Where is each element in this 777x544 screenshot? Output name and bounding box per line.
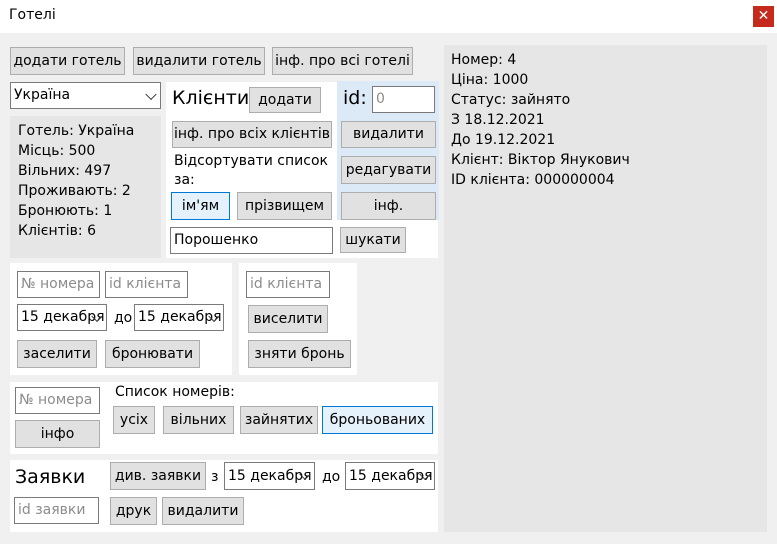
hotel-stat-places: Місць: 500 bbox=[18, 143, 96, 159]
requests-from-label: з bbox=[211, 469, 219, 485]
requests-date-from-value: 15 декабря bbox=[228, 468, 312, 484]
rooms-occupied-button[interactable]: зайнятих bbox=[240, 406, 318, 434]
print-request-button[interactable]: друк bbox=[110, 497, 157, 525]
hotel-select[interactable]: Україна bbox=[10, 82, 161, 109]
requests-date-from-select[interactable]: 15 декабря bbox=[224, 462, 315, 490]
delete-request-button[interactable]: видалити bbox=[162, 497, 244, 525]
client-info-button[interactable]: інф. bbox=[341, 192, 436, 220]
room-number-input[interactable]: № номера bbox=[15, 387, 100, 414]
checkin-client-id-input[interactable]: id клієнта bbox=[105, 271, 188, 298]
clients-heading: Клієнти bbox=[172, 87, 250, 109]
rooms-booked-button[interactable]: броньованих bbox=[322, 406, 433, 434]
title-bar bbox=[0, 0, 777, 33]
delete-client-button[interactable]: видалити bbox=[341, 121, 436, 148]
search-client-button[interactable]: шукати bbox=[340, 227, 406, 253]
add-hotel-button[interactable]: додати готель bbox=[10, 47, 125, 75]
hotel-stat-hotel: Готель: Україна bbox=[18, 123, 135, 139]
rooms-all-button[interactable]: усіх bbox=[113, 406, 155, 434]
view-requests-button[interactable]: див. заявки bbox=[110, 462, 206, 490]
room-list-label: Список номерів: bbox=[115, 384, 235, 400]
requests-date-to-select[interactable]: 15 декабря bbox=[345, 462, 435, 490]
client-search-input[interactable]: Порошенко bbox=[170, 227, 333, 254]
checkout-client-id-input[interactable]: id клієнта bbox=[246, 271, 330, 298]
checkin-room-input[interactable]: № номера bbox=[17, 271, 100, 298]
request-id-input[interactable]: id заявки bbox=[14, 497, 99, 524]
detail-status: Статус: зайнято bbox=[451, 92, 571, 108]
sort-by-name-button[interactable]: ім'ям bbox=[171, 192, 230, 220]
client-id-label: id: bbox=[343, 87, 367, 109]
all-clients-info-button[interactable]: інф. про всіх клієнтів bbox=[172, 121, 332, 148]
client-id-input[interactable]: 0 bbox=[372, 86, 435, 113]
hotel-stat-free: Вільних: 497 bbox=[18, 163, 112, 179]
chevron-down-icon bbox=[145, 88, 157, 100]
close-button[interactable]: ✕ bbox=[753, 6, 774, 27]
requests-to-label: до bbox=[322, 469, 341, 485]
detail-to: До 19.12.2021 bbox=[451, 132, 556, 148]
cancel-booking-button[interactable]: зняти бронь bbox=[248, 340, 351, 368]
hotel-stat-living: Проживають: 2 bbox=[18, 183, 131, 199]
checkout-button[interactable]: виселити bbox=[248, 305, 328, 333]
sort-label: Відсортувати список bbox=[174, 153, 328, 169]
room-info-button[interactable]: інфо bbox=[15, 420, 100, 448]
detail-from: З 18.12.2021 bbox=[451, 112, 545, 128]
sort-label-suffix: за: bbox=[174, 172, 195, 188]
checkin-date-from-select[interactable]: 15 декабря bbox=[17, 304, 107, 331]
checkin-date-to-select[interactable]: 15 декабря bbox=[134, 304, 224, 331]
all-hotels-info-button[interactable]: інф. про всі готелі bbox=[272, 47, 413, 75]
rooms-free-button[interactable]: вільних bbox=[163, 406, 234, 434]
edit-client-button[interactable]: редагувати bbox=[341, 156, 436, 184]
requests-heading: Заявки bbox=[15, 466, 86, 488]
window-title: Готелі bbox=[9, 7, 56, 23]
delete-hotel-button[interactable]: видалити готель bbox=[133, 47, 265, 75]
detail-client: Клієнт: Віктор Янукович bbox=[451, 152, 630, 168]
checkin-button[interactable]: заселити bbox=[17, 340, 97, 368]
detail-price: Ціна: 1000 bbox=[451, 72, 529, 88]
hotel-stat-booking: Бронюють: 1 bbox=[18, 203, 113, 219]
sort-by-surname-button[interactable]: прізвищем bbox=[237, 192, 332, 220]
detail-room: Номер: 4 bbox=[451, 52, 517, 68]
detail-client-id: ID клієнта: 000000004 bbox=[451, 172, 615, 188]
close-icon: ✕ bbox=[757, 8, 770, 24]
hotel-stat-clients: Клієнтів: 6 bbox=[18, 223, 96, 239]
book-button[interactable]: бронювати bbox=[105, 340, 200, 368]
add-client-button[interactable]: додати bbox=[249, 87, 321, 113]
hotel-select-value: Україна bbox=[14, 87, 71, 103]
checkin-to-label: до bbox=[114, 310, 133, 326]
